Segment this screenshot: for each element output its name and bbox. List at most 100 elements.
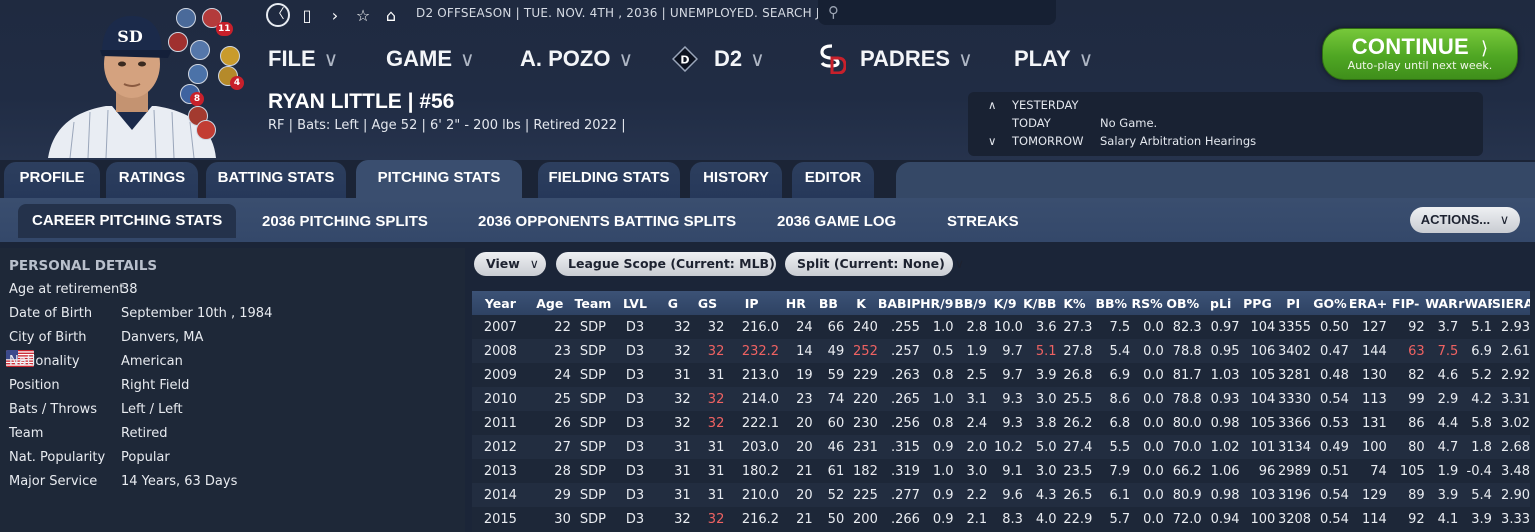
subtab-game-log[interactable]: 2036 GAME LOG — [777, 208, 896, 236]
continue-button[interactable]: CONTINUE ⟩ Auto-play until next week. — [1322, 28, 1518, 80]
detail-row: Age at retirement 38 — [0, 278, 465, 302]
menu-league[interactable]: D D2 ∨ — [672, 44, 765, 74]
detail-label: Nat. Popularity — [9, 450, 106, 465]
column-header[interactable]: HR — [779, 291, 813, 315]
table-row[interactable]: 2015 30 SDP D3 32 32 216.2 21 50 200 .266 0.9 2.1 8.3… — [472, 507, 1530, 531]
actions-button[interactable]: ACTIONS... ∨ — [1410, 207, 1520, 233]
table-cell: 81.7 — [1172, 367, 1202, 383]
tab-profile[interactable]: PROFILE — [4, 162, 100, 198]
table-cell: 3355 — [1277, 319, 1312, 335]
table-cell: 66.2 — [1172, 463, 1202, 479]
bat-badge-icon[interactable] — [190, 40, 210, 60]
achievement-badges[interactable]: 11 4 8 — [168, 4, 252, 154]
column-header[interactable]: K/9 — [987, 291, 1023, 315]
column-header[interactable]: FIP- — [1386, 291, 1425, 315]
table-row[interactable]: 2008 23 SDP D3 32 32 232.2 14 49 252.257 0.5 1.9 9.7… — [472, 339, 1530, 363]
mitt-badge-icon[interactable] — [188, 64, 208, 84]
star-icon[interactable]: ☆ — [352, 6, 374, 25]
column-header[interactable]: ERA+ — [1348, 291, 1387, 315]
column-header[interactable]: G — [654, 291, 691, 315]
column-header[interactable]: Age — [528, 291, 571, 315]
tab-fielding-stats[interactable]: FIELDING STATS — [538, 162, 680, 198]
detail-row: Major Service 14 Years, 63 Days — [0, 470, 465, 494]
table-cell: 144 — [1348, 339, 1387, 363]
tab-ratings[interactable]: RATINGS — [106, 162, 198, 198]
column-header[interactable]: BB/9 — [953, 291, 988, 315]
menu-play[interactable]: PLAY ∨ — [1014, 44, 1093, 74]
column-header[interactable]: LVL — [615, 291, 655, 315]
back-icon[interactable]: 〈 — [266, 3, 290, 27]
subtab-opponents-splits[interactable]: 2036 OPPONENTS BATTING SPLITS — [478, 208, 736, 236]
split-dropdown[interactable]: Split (Current: None) ∨ — [785, 252, 964, 276]
column-header[interactable]: Team — [570, 291, 615, 315]
column-header[interactable]: BB% — [1092, 291, 1131, 315]
tab-editor[interactable]: EDITOR — [792, 162, 874, 198]
table-cell: 27.4 — [1056, 435, 1093, 459]
subtab-career-pitching[interactable]: CAREER PITCHING STATS — [18, 204, 237, 238]
tab-pitching-stats[interactable]: PITCHING STATS — [356, 160, 522, 200]
padres-logo-icon — [820, 44, 846, 74]
home-icon[interactable]: ⌂ — [380, 6, 402, 25]
column-header[interactable]: Year — [472, 291, 529, 315]
table-cell: 92 — [1408, 511, 1425, 527]
table-row[interactable]: 2011 26 SDP D3 32 32 222.1 20 60 230 .256 0.8 2.4 9.3… — [472, 411, 1530, 435]
column-header[interactable]: GO% — [1311, 291, 1349, 315]
league-scope-dropdown[interactable]: League Scope (Current: MLB)∨ — [556, 252, 794, 276]
table-cell: 2.4 — [966, 415, 988, 431]
column-header[interactable]: K/BB — [1022, 291, 1057, 315]
chevron-up-icon: ∧ — [988, 98, 997, 112]
table-cell: 200 — [853, 511, 878, 527]
fire-badge-icon[interactable] — [196, 120, 216, 140]
table-cell: 4.3 — [1022, 483, 1057, 507]
column-header[interactable]: PPG — [1239, 291, 1276, 315]
column-header[interactable]: rWAR — [1458, 291, 1492, 315]
view-dropdown[interactable]: View ∨ — [474, 252, 546, 276]
table-cell: SDP — [579, 367, 606, 383]
column-header[interactable]: SIERA — [1491, 291, 1530, 315]
menu-manager[interactable]: A. POZO ∨ — [520, 44, 633, 74]
column-header[interactable]: PI — [1275, 291, 1312, 315]
tab-history[interactable]: HISTORY — [690, 162, 782, 198]
column-header[interactable]: OB% — [1163, 291, 1202, 315]
table-row[interactable]: 2010 25 SDP D3 32 32 214.0 23 74 220.265 1.0 3.1 9.3… — [472, 387, 1530, 411]
table-cell: 5.8 — [1471, 415, 1492, 431]
menu-team[interactable]: PADRES ∨ — [818, 44, 973, 74]
table-row[interactable]: 2007 22 SDP D3 32 32 216.0 24 66 240 .255 1.0 2.8 10.… — [472, 315, 1530, 339]
column-header[interactable]: K% — [1056, 291, 1093, 315]
column-header[interactable]: pLi — [1201, 291, 1240, 315]
table-cell: 0.0 — [1130, 387, 1164, 411]
trophy-badge-icon[interactable] — [220, 46, 240, 66]
table-cell: 6.8 — [1109, 415, 1131, 431]
table-cell: 7.5 — [1424, 339, 1459, 363]
column-header[interactable]: IP — [724, 291, 780, 315]
detail-label: Team — [9, 426, 44, 441]
schedule-yesterday[interactable]: ∧ YESTERDAY — [988, 98, 1079, 112]
column-header[interactable]: HR/9 — [919, 291, 954, 315]
subtab-streaks[interactable]: STREAKS — [947, 208, 1019, 236]
table-cell: 0.0 — [1130, 339, 1164, 363]
column-header[interactable]: BB — [812, 291, 845, 315]
table-row[interactable]: 2014 29 SDP D3 31 31 210.0 20 52 225.277 0.9 2.2 9.6… — [472, 483, 1530, 507]
table-cell: 89 — [1386, 483, 1425, 507]
column-header[interactable]: BABIP — [877, 291, 920, 315]
menu-game[interactable]: GAME ∨ — [386, 44, 475, 74]
table-row[interactable]: 2012 27 SDP D3 31 31 203.0 20 46 231.315 0.9 2.0 10.… — [472, 435, 1530, 459]
table-row[interactable]: 2009 24 SDP D3 31 31 213.0 19 59 229 .263 0.8 2.5 9.7… — [472, 363, 1530, 387]
table-cell: 29 — [528, 483, 571, 507]
forward-icon[interactable]: › — [324, 6, 346, 25]
table-cell: 4.4 — [1437, 415, 1459, 431]
table-cell: 31 — [654, 435, 691, 459]
column-header[interactable]: K — [844, 291, 878, 315]
column-header[interactable]: WAR — [1424, 291, 1459, 315]
page-icon[interactable]: ▯ — [296, 6, 318, 25]
schedule-tomorrow[interactable]: ∨ TOMORROW Salary Arbitration Hearings — [988, 134, 1256, 148]
search-box[interactable]: ⚲ — [818, 0, 1056, 25]
baseball-badge-icon[interactable] — [168, 32, 188, 52]
globe-badge-icon[interactable] — [176, 8, 196, 28]
subtab-pitching-splits[interactable]: 2036 PITCHING SPLITS — [262, 208, 428, 236]
column-header[interactable]: RS% — [1130, 291, 1164, 315]
tab-batting-stats[interactable]: BATTING STATS — [206, 162, 346, 198]
menu-file[interactable]: FILE ∨ — [268, 44, 338, 74]
table-row[interactable]: 2013 28 SDP D3 31 31 180.2 21 61 182 .319 1.0 3.0 9.1… — [472, 459, 1530, 483]
column-header[interactable]: GS — [690, 291, 725, 315]
